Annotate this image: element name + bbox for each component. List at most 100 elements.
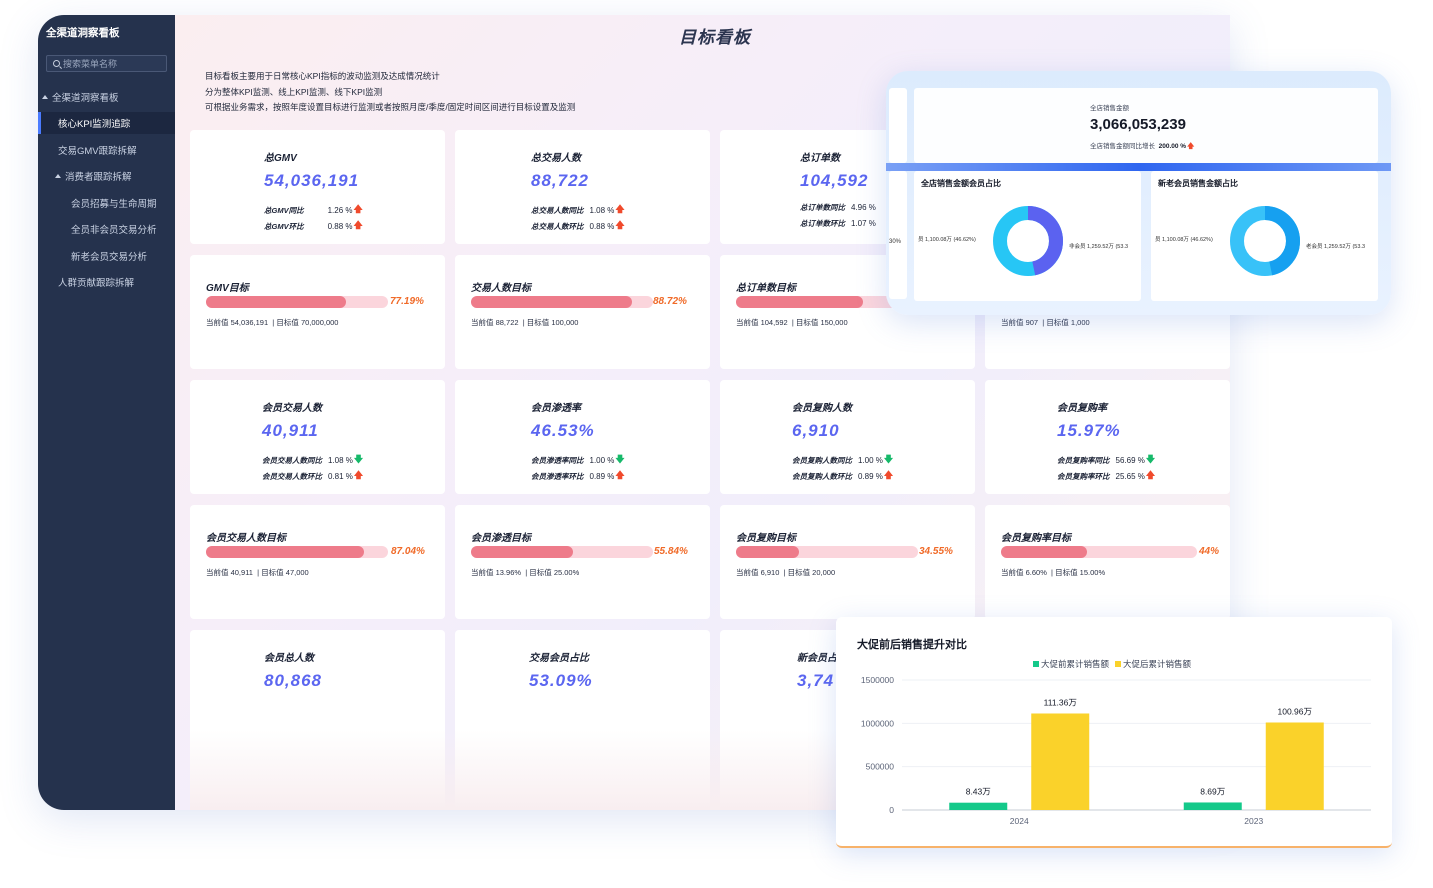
y-tick-label: 500000 [866,762,895,772]
caret-up-icon [55,174,61,178]
bar [1183,802,1242,810]
kpi-yoy: 会员复购率同比 56.69 % 🡇 [1057,452,1155,468]
kpi-name: 会员复购率 [1057,403,1107,414]
kpi-card[interactable]: 会员复购人数 6,910 会员复购人数同比 1.00 % 🡇 会员复购人数环比 0.8… [720,380,975,494]
progress-bar [206,296,388,308]
donut-title: 新老会员销售金额占比 [1158,179,1238,188]
kpi-card-gmv[interactable]: 总GMV 54,036,191 总GMV同比 1.26 % 🡅 总GMV环比 0.88… [190,130,445,244]
kpi-name: 会员渗透率 [531,403,581,414]
progress-bar [206,546,388,558]
kpi-value: 3,74 [797,671,835,690]
target-values: 当前值 907 | 目标值 1,000 [1001,318,1090,327]
kpi-value: 53.09% [529,671,593,690]
target-card[interactable]: 会员渗透目标 55.84% 当前值 13.96% | 目标值 25.00% [455,505,710,619]
kpi-name: 新会员占 [797,653,837,664]
kpi-card[interactable]: 会员渗透率 46.53% 会员渗透率同比 1.00 % 🡇 会员渗透率环比 0.89 … [455,380,710,494]
donut-right-label: 老会员 1,259.52万 (53.3 [1306,244,1366,250]
kpi-mom: 会员渗透率环比 0.89 % 🡅 [531,468,625,484]
target-values: 当前值 88,722 | 目标值 100,000 [471,318,579,327]
bar-data-label: 8.69万 [1200,786,1225,796]
arrow-up-icon: 🡅 [1145,470,1156,480]
target-card[interactable]: 会员交易人数目标 87.04% 当前值 40,911 | 目标值 47,000 [190,505,445,619]
target-card[interactable]: 会员复购率目标 44% 当前值 6.60% | 目标值 15.00% [985,505,1230,619]
y-tick-label: 1000000 [861,718,894,728]
x-tick-label: 2023 [1244,816,1263,826]
progress-percent: 34.55% [919,546,953,557]
y-tick-label: 1500000 [861,675,894,685]
kpi-card[interactable]: 会员复购率 15.97% 会员复购率同比 56.69 % 🡇 会员复购率环比 25.6… [985,380,1230,494]
progress-fill [736,296,864,308]
bar-chart: 0 500000 1000000 1500000 8.43万 111.36万 2024 8.6… [861,675,1371,826]
target-card[interactable]: 会员复购目标 34.55% 当前值 6,910 | 目标值 20,000 [720,505,975,619]
y-tick-label: 0 [889,805,894,815]
target-values: 当前值 13.96% | 目标值 25.00% [471,568,580,577]
kpi-name: 总订单数 [800,153,840,164]
sidebar-item-crowd[interactable]: 人群贡献跟踪拆解 [38,271,175,293]
progress-percent: 77.19% [390,296,424,307]
sidebar-item-consumer[interactable]: 消费者跟踪拆解 [38,165,175,187]
kpi-value: 6,910 [792,421,840,440]
arrow-up-icon: 🡅 [883,470,894,480]
sidebar-item-label: 核心KPI监测追踪 [58,119,131,130]
kpi-mom: 总交易人数环比 0.88 % 🡅 [531,218,625,234]
target-card[interactable]: 交易人数目标 88.72% 当前值 88,722 | 目标值 100,000 [455,255,710,369]
kpi-yoy: 会员交易人数同比 1.08 % 🡇 [262,452,363,468]
sidebar-item-member-lifecycle[interactable]: 会员招募与生命周期 [38,192,175,214]
progress-bar [471,546,653,558]
kpi-mom: 总GMV环比 0.88 % 🡅 [264,218,363,234]
arrow-up-icon: 🡅 [615,470,625,480]
sidebar: 全渠道洞察看板 搜索菜单名称 全渠道洞察看板 核心KPI监测追踪 交易GMV跟踪… [38,15,175,810]
kpi-mom: 会员复购率环比 25.65 % 🡅 [1057,468,1155,484]
arrow-up-icon: 🡅 [1187,143,1195,150]
bar-data-label: 8.43万 [966,787,991,797]
sidebar-item-label: 消费者跟踪拆解 [65,172,132,183]
bar [1031,713,1090,810]
kpi-value: 54,036,191 [264,171,360,190]
kpi-value: 40,911 [262,421,319,440]
kpi-value: 15.97% [1057,421,1121,440]
target-name: 会员复购率目标 [1001,533,1071,544]
progress-percent: 44% [1199,546,1220,557]
kpi-name: 总交易人数 [531,153,581,164]
arrow-down-icon: 🡇 [353,454,364,464]
progress-percent: 88.72% [653,296,687,307]
bar [949,802,1008,810]
sidebar-item-gmv[interactable]: 交易GMV跟踪拆解 [38,139,175,161]
target-name: 会员交易人数目标 [206,533,286,544]
x-tick-label: 2024 [1010,816,1029,826]
sidebar-item-label: 全渠道洞察看板 [52,93,119,104]
caret-up-icon [42,95,48,99]
arrow-down-icon: 🡇 [883,454,894,464]
target-name: 交易人数目标 [471,283,531,294]
stage: 全渠道洞察看板 搜索菜单名称 全渠道洞察看板 核心KPI监测追踪 交易GMV跟踪… [0,0,1433,888]
progress-fill [206,296,347,308]
progress-percent: 87.04% [391,546,425,557]
sidebar-item-new-old[interactable]: 新老会员交易分析 [38,245,175,267]
sidebar-item-overview[interactable]: 全渠道洞察看板 [38,86,175,108]
accent-band [886,163,1391,171]
kpi-mom: 会员交易人数环比 0.81 % 🡅 [262,468,363,484]
desc-line: 分为整体KPI监测、线上KPI监测、线下KPI监测 [205,86,383,97]
progress-fill [1001,546,1088,558]
search-input[interactable]: 搜索菜单名称 [46,55,167,72]
kpi-card[interactable]: 会员交易人数 40,911 会员交易人数同比 1.08 % 🡇 会员交易人数环比 0.… [190,380,445,494]
kpi-value: 46.53% [531,421,595,440]
total-sales-value: 3,066,053,239 [1090,116,1186,133]
donut-title: 全店销售金额会员占比 [921,179,1001,188]
progress-fill [736,546,799,558]
target-name: 会员渗透目标 [471,533,531,544]
target-card[interactable]: GMV目标 77.19% 当前值 54,036,191 | 目标值 70,000… [190,255,445,369]
kpi-name: 会员复购人数 [792,403,852,414]
sidebar-item-label: 会员招募与生命周期 [71,199,157,210]
total-sales-growth: 全店销售金额同比增长 200.00 %🡅 [1090,140,1194,153]
kpi-name: 总GMV [264,153,297,164]
progress-fill [471,546,573,558]
donut-card-member-share: 全店销售金额会员占比 员 1,100.08万 (46.62%) 非会员 1,25… [914,171,1141,301]
target-values: 当前值 6.60% | 目标值 15.00% [1001,568,1106,577]
kpi-name: 交易会员占比 [529,653,589,664]
target-values: 当前值 104,592 | 目标值 150,000 [736,318,848,327]
sales-summary-panel: 30% 全店销售金额 3,066,053,239 全店销售金额同比增长 200.… [886,71,1391,315]
sidebar-item-kpi[interactable]: 核心KPI监测追踪 [38,112,175,134]
kpi-card-buyers[interactable]: 总交易人数 88,722 总交易人数同比 1.08 % 🡅 总交易人数环比 0.88 … [455,130,710,244]
sidebar-item-nonmember[interactable]: 全员非会员交易分析 [38,218,175,240]
